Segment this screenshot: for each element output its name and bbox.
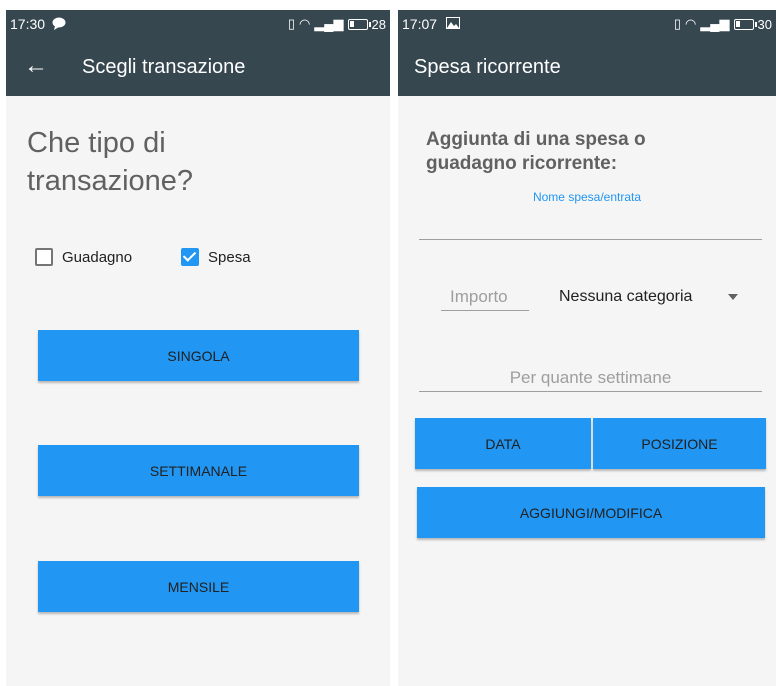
vibrate-icon: ▯ — [673, 16, 681, 31]
category-selected: Nessuna categoria — [559, 288, 693, 305]
battery-icon — [733, 18, 757, 30]
dropdown-arrow-icon[interactable] — [728, 294, 738, 300]
app-bar-title: Spesa ricorrente — [414, 56, 561, 78]
wifi-icon: ◠ — [684, 16, 697, 31]
arrow-back-icon[interactable]: ← — [24, 52, 48, 80]
signal-icon: ▂▄▆ — [314, 16, 344, 31]
image-icon — [446, 17, 460, 29]
battery-percent: 28 — [371, 16, 386, 32]
signal-icon: ▂▄▆ — [700, 16, 730, 31]
checkbox-spesa[interactable]: Spesa — [181, 248, 251, 266]
posizione-button[interactable]: POSIZIONE — [593, 418, 766, 469]
app-bar-title: Scegli transazione — [82, 56, 246, 78]
checkbox-checked-icon[interactable] — [181, 248, 199, 266]
status-icons: ▯ ◠ ▂▄▆ 30 — [674, 16, 772, 32]
status-time: 17:30 — [10, 16, 46, 32]
weeks-placeholder: Per quante settimane — [509, 368, 672, 387]
wifi-icon: ◠ — [298, 16, 311, 31]
status-icons: ▯ ◠ ▂▄▆ 28 — [288, 16, 386, 32]
amount-input[interactable]: Importo — [441, 284, 529, 311]
status-time: 17:07 — [402, 16, 438, 32]
checkbox-guadagno[interactable]: Guadagno — [35, 248, 132, 266]
left-screen: 17:30 ▯ ◠ ▂▄▆ 28 ← Scegli transazione Ch… — [6, 10, 390, 686]
chat-bubble-icon — [52, 17, 66, 30]
mensile-button[interactable]: MENSILE — [38, 561, 359, 612]
data-button[interactable]: DATA — [415, 418, 591, 469]
checkbox-label: Spesa — [208, 248, 251, 266]
vibrate-icon: ▯ — [287, 16, 295, 31]
app-bar: Spesa ricorrente — [398, 38, 776, 96]
page-title: Che tipo di transazione? — [27, 127, 194, 197]
status-bar: 17:07 ▯ ◠ ▂▄▆ 30 — [398, 10, 776, 38]
name-input[interactable] — [419, 210, 762, 240]
singola-button[interactable]: SINGOLA — [38, 330, 359, 381]
status-bar: 17:30 ▯ ◠ ▂▄▆ 28 — [6, 10, 390, 38]
checkbox-unchecked-icon[interactable] — [35, 248, 53, 266]
aggiungi-modifica-button[interactable]: AGGIUNGI/MODIFICA — [417, 487, 765, 538]
name-field-label: Nome spesa/entrata — [532, 190, 642, 204]
battery-percent: 30 — [757, 16, 772, 32]
amount-placeholder: Importo — [450, 287, 508, 306]
settimanale-button[interactable]: SETTIMANALE — [38, 445, 359, 496]
form-heading: Aggiunta di una spesa o guadagno ricorre… — [426, 129, 646, 174]
weeks-input[interactable]: Per quante settimane — [419, 364, 762, 392]
app-bar: ← Scegli transazione — [6, 38, 390, 96]
right-screen: 17:07 ▯ ◠ ▂▄▆ 30 Spesa ricorrente Aggiun… — [398, 10, 776, 686]
battery-icon — [347, 18, 371, 30]
checkbox-label: Guadagno — [62, 248, 133, 266]
